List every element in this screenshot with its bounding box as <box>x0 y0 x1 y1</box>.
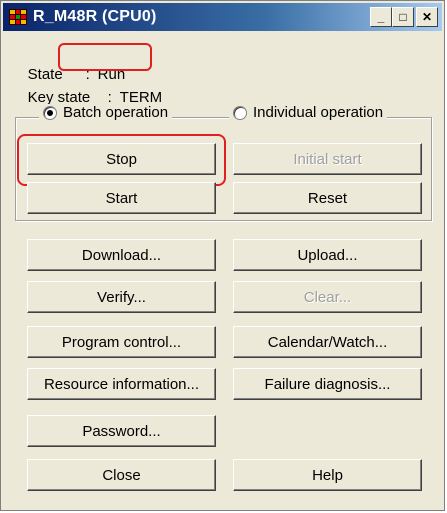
title-bar[interactable]: R_M48R (CPU0) _ □ ✕ <box>3 3 442 31</box>
dialog-window: R_M48R (CPU0) _ □ ✕ State: Run Key state:… <box>0 0 445 511</box>
program-control-button[interactable]: Program control... <box>27 326 216 358</box>
maximize-button[interactable]: □ <box>392 7 414 27</box>
reset-button[interactable]: Reset <box>233 182 422 214</box>
clear-button[interactable]: Clear... <box>233 281 422 313</box>
failure-diagnosis-button[interactable]: Failure diagnosis... <box>233 368 422 400</box>
stop-highlight <box>17 134 226 186</box>
batch-operation-radio[interactable]: Batch operation <box>39 104 173 121</box>
download-button[interactable]: Download... <box>27 239 216 271</box>
window-title: R_M48R (CPU0) <box>33 8 157 25</box>
close-window-button[interactable]: ✕ <box>416 7 438 27</box>
calendar-watch-button[interactable]: Calendar/Watch... <box>233 326 422 358</box>
window-controls: _ □ ✕ <box>370 7 438 27</box>
minimize-button[interactable]: _ <box>370 7 392 27</box>
radio-selected-icon <box>43 105 57 120</box>
individual-operation-label: Individual operation <box>253 104 384 121</box>
initial-start-button[interactable]: Initial start <box>233 143 422 175</box>
app-icon <box>9 9 27 25</box>
close-button[interactable]: Close <box>27 459 216 491</box>
upload-button[interactable]: Upload... <box>233 239 422 271</box>
start-button[interactable]: Start <box>27 182 216 214</box>
batch-operation-label: Batch operation <box>63 104 169 121</box>
verify-button[interactable]: Verify... <box>27 281 216 313</box>
help-button[interactable]: Help <box>233 459 422 491</box>
resource-information-button[interactable]: Resource information... <box>27 368 216 400</box>
individual-operation-radio[interactable]: Individual operation <box>229 104 388 121</box>
state-highlight <box>58 43 152 71</box>
password-button[interactable]: Password... <box>27 415 216 447</box>
radio-unselected-icon <box>233 105 247 120</box>
